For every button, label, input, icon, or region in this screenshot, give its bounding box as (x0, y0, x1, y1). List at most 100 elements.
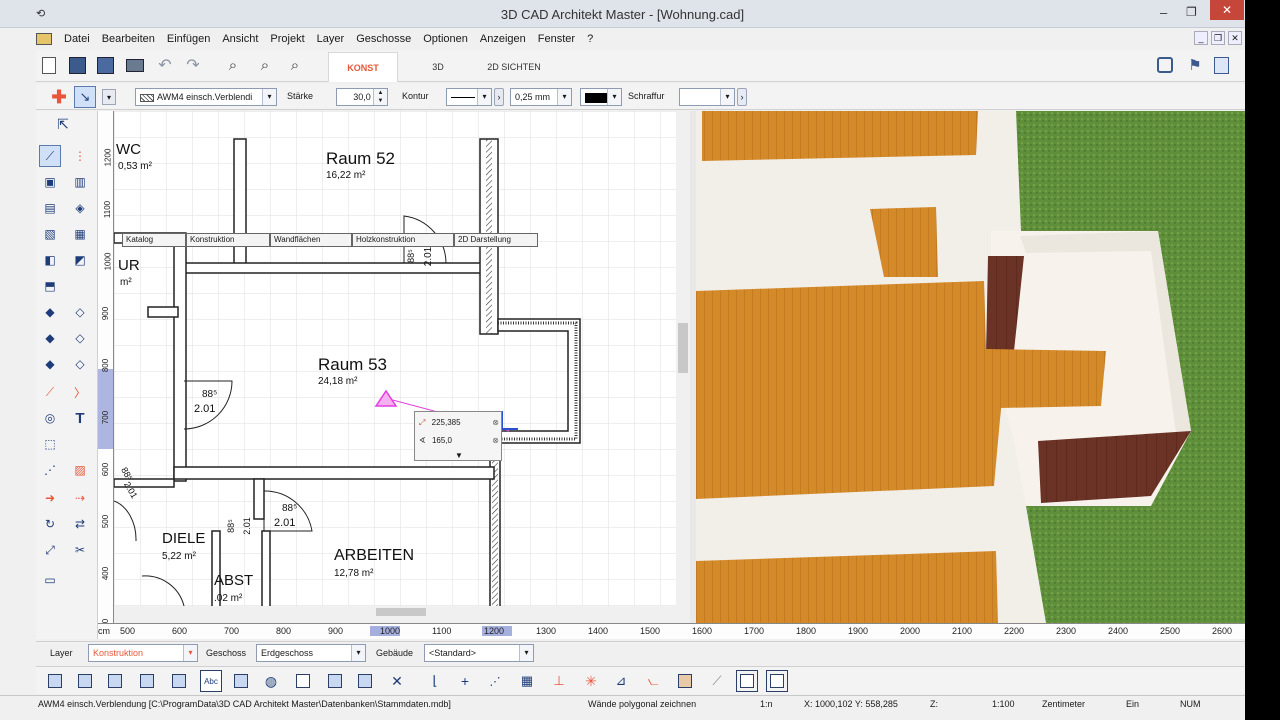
menu-anzeigen[interactable]: Anzeigen (474, 29, 532, 49)
maximize-button[interactable]: ❐ (1186, 5, 1197, 19)
table-icon[interactable] (168, 670, 190, 692)
zoom-icon[interactable]: ⌕ (284, 54, 306, 76)
snap-tangent-icon[interactable]: ⟋ (706, 670, 728, 692)
rotate-tool-icon[interactable]: ↻ (39, 513, 61, 535)
expand-icon[interactable]: ▼ (455, 451, 463, 460)
frame-icon[interactable] (292, 670, 314, 692)
print-icon[interactable] (124, 54, 146, 76)
column-tool-icon[interactable]: ▤ (39, 197, 61, 219)
opening-tool-icon[interactable]: ◆ (39, 301, 61, 323)
snap-grid-icon[interactable]: ▦ (516, 670, 538, 692)
snap-line-icon[interactable]: + (454, 670, 476, 692)
catalog-tab-konstruktion[interactable]: Konstruktion (186, 233, 270, 247)
print-preview-icon[interactable] (1210, 54, 1232, 76)
angle-row[interactable]: ∢ 165,0 ⊗ (419, 436, 499, 450)
scroll-thumb[interactable] (376, 608, 426, 616)
polyline-tool-icon[interactable]: 〉 (69, 381, 91, 403)
trim-tool-icon[interactable]: ✂ (69, 539, 91, 561)
menu-fenster[interactable]: Fenster (532, 29, 581, 49)
tab-2d-sichten[interactable]: 2D SICHTEN (472, 52, 556, 82)
snap-center-icon[interactable]: ✳ (580, 670, 602, 692)
dimension-tool-icon[interactable]: ⋰ (39, 459, 61, 481)
gebaeude-select[interactable]: <Standard> ▾ (424, 644, 534, 662)
staerke-input[interactable]: 30,0 ▲ ▼ (336, 88, 388, 106)
split-view-icon[interactable] (736, 670, 758, 692)
scale-tool-icon[interactable]: ⤢ (39, 539, 61, 561)
snap-endpoint-icon[interactable]: ⌊ (424, 670, 446, 692)
menu-layer[interactable]: Layer (311, 29, 351, 49)
grid-icon[interactable] (136, 670, 158, 692)
snap-icon[interactable] (230, 670, 252, 692)
menu-bearbeiten[interactable]: Bearbeiten (96, 29, 161, 49)
mirror-tool-icon[interactable]: ⇄ (69, 513, 91, 535)
slab-tool-icon[interactable]: ⬒ (39, 275, 61, 297)
zoom-all-icon[interactable]: ⌕ (254, 54, 276, 76)
single-view-icon[interactable] (766, 670, 788, 692)
catalog-tab-wandflaechen[interactable]: Wandflächen (270, 233, 352, 247)
line-tool-icon[interactable]: ⟋ (39, 381, 61, 403)
doc-restore-button[interactable]: ❐ (1211, 31, 1225, 45)
new-file-icon[interactable] (38, 54, 60, 76)
snap-point-icon[interactable]: ⋰ (484, 670, 506, 692)
menu-datei[interactable]: Datei (58, 29, 96, 49)
menu-einfuegen[interactable]: Einfügen (161, 29, 216, 49)
terrain-tool-icon[interactable]: ◇ (69, 327, 91, 349)
menu-optionen[interactable]: Optionen (417, 29, 474, 49)
rectangle-tool-icon[interactable]: ⬚ (39, 433, 61, 455)
catalog-tab-katalog[interactable]: Katalog (122, 233, 186, 247)
wall-tool-icon[interactable]: ⟋ (39, 145, 61, 167)
menu-projekt[interactable]: Projekt (264, 29, 310, 49)
globe-icon[interactable]: ◍ (260, 670, 282, 692)
doc-minimize-button[interactable]: _ (1194, 31, 1208, 45)
minimize-button[interactable]: – (1160, 5, 1167, 20)
save-as-icon[interactable] (94, 54, 116, 76)
color-select[interactable]: ▾ (580, 88, 622, 106)
tab-3d[interactable]: 3D (408, 52, 468, 82)
plan-view[interactable]: Katalog Konstruktion Wandflächen Holzkon… (114, 111, 694, 606)
layer-select[interactable]: Konstruktion ▾ (88, 644, 198, 662)
ceiling-tool-icon[interactable]: ◇ (69, 301, 91, 323)
wall-type-select[interactable]: AWM4 einsch.Verblendi ▾ (135, 88, 277, 106)
text-tool-icon[interactable]: T (69, 407, 91, 429)
snap-perpendicular-icon[interactable]: ⊥ (548, 670, 570, 692)
close-button[interactable]: ✕ (1210, 0, 1244, 20)
surface-icon[interactable] (354, 670, 376, 692)
dormer-tool-icon[interactable]: ◩ (69, 249, 91, 271)
line-style-next-button[interactable]: › (494, 88, 504, 106)
plan-horizontal-scrollbar[interactable] (114, 606, 676, 618)
plan-vertical-scrollbar[interactable] (676, 111, 690, 606)
roof-tool-icon[interactable]: ◧ (39, 249, 61, 271)
redo-icon[interactable]: ↷ (182, 54, 204, 76)
length-row[interactable]: ⤢ 225,385 ⊗ (419, 418, 499, 432)
spinner-icon[interactable]: ▲ ▼ (373, 89, 387, 105)
3d-view[interactable] (696, 111, 1245, 623)
layer-manager-icon[interactable] (44, 670, 66, 692)
beam-tool-icon[interactable]: ◈ (69, 197, 91, 219)
wall-polygon-icon[interactable]: ↘ (74, 86, 96, 108)
door-tool-icon[interactable]: ▣ (39, 171, 61, 193)
plus-icon[interactable]: ✚ (48, 86, 70, 108)
catalog-tab-holzkonstruktion[interactable]: Holzkonstruktion (352, 233, 454, 247)
landscape-icon[interactable] (324, 670, 346, 692)
move-tool-icon[interactable]: ➜ (39, 487, 61, 509)
copy-tool-icon[interactable]: ⇢ (69, 487, 91, 509)
cross-icon[interactable]: ✕ (386, 670, 408, 692)
view-settings-icon[interactable] (1154, 54, 1176, 76)
floor-tool-icon[interactable]: ◆ (39, 327, 61, 349)
lock-icon[interactable]: ⊗ (492, 436, 499, 445)
save-icon[interactable] (66, 54, 88, 76)
geschoss-select[interactable]: Erdgeschoss ▾ (256, 644, 366, 662)
stairs-tool-icon[interactable]: ▧ (39, 223, 61, 245)
undo-icon[interactable]: ↶ (154, 54, 176, 76)
schraffur-select[interactable]: ▾ (679, 88, 735, 106)
storey-manager-icon[interactable] (74, 670, 96, 692)
snap-angle-icon[interactable]: ⦦ (642, 670, 664, 692)
text-style-icon[interactable]: Abc (200, 670, 222, 692)
snap-object-icon[interactable] (674, 670, 696, 692)
window-tool-icon[interactable]: ▥ (69, 171, 91, 193)
snap-intersection-icon[interactable]: ⊿ (610, 670, 632, 692)
select-tool-icon[interactable]: ⇱ (52, 113, 74, 135)
line-style-select[interactable]: ▾ (446, 88, 492, 106)
zoom-window-icon[interactable]: ⌕ (222, 54, 244, 76)
schraffur-next-button[interactable]: › (737, 88, 747, 106)
